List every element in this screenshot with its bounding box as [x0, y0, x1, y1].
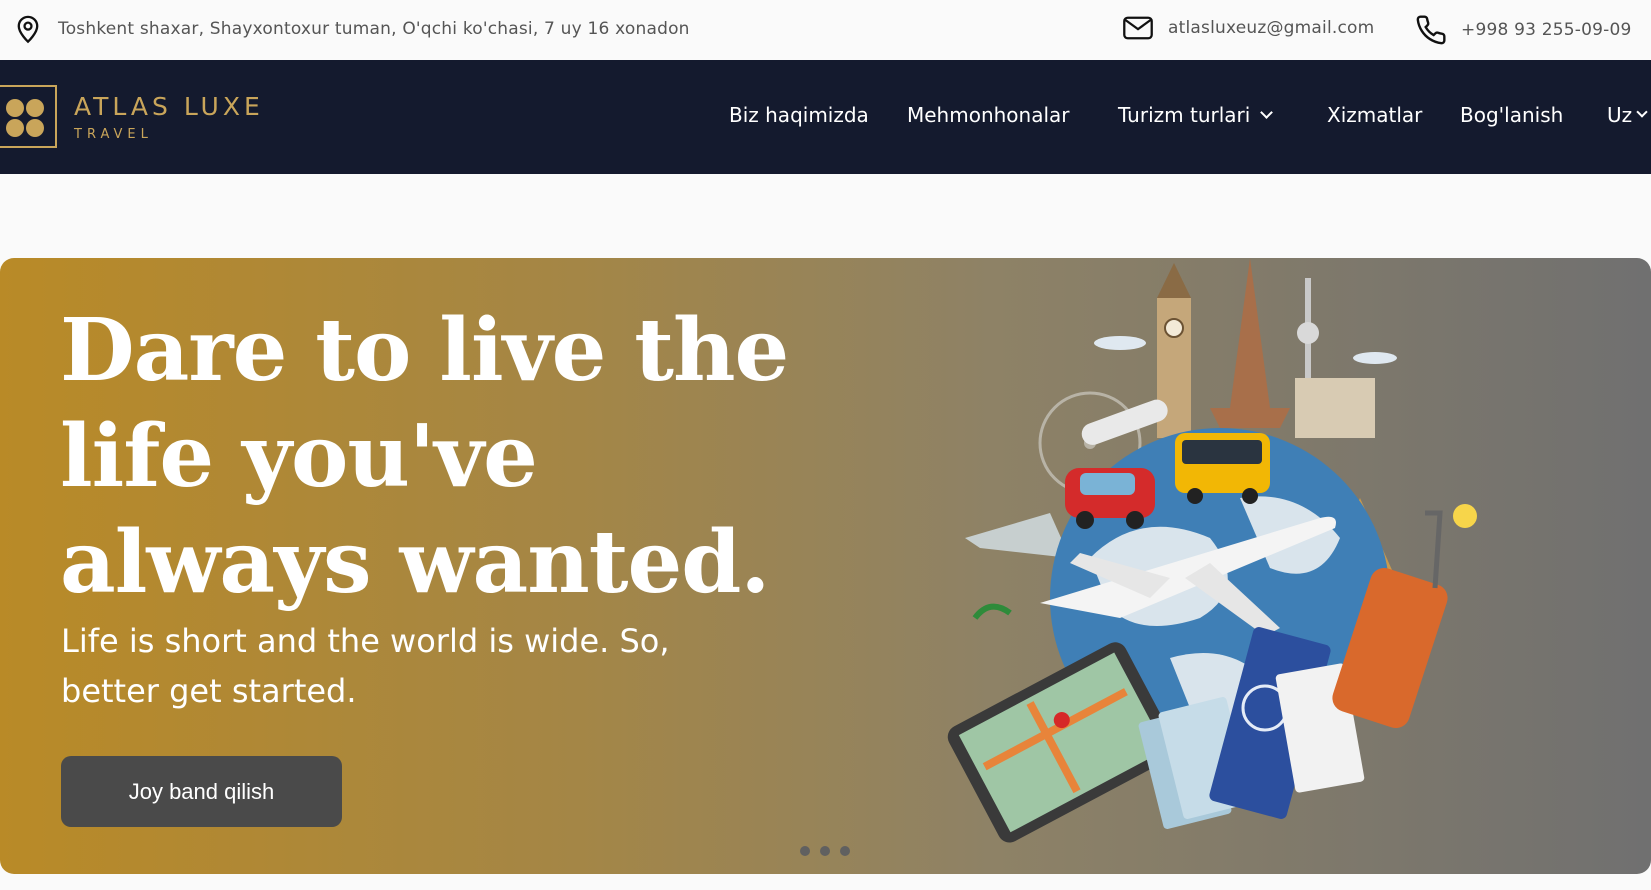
nav-item-contact[interactable]: Bog'lanish: [1460, 103, 1563, 127]
email-link[interactable]: atlasluxeuz@gmail.com: [1168, 18, 1374, 38]
chevron-down-icon: [1636, 106, 1648, 118]
envelope-icon: [1122, 14, 1154, 42]
address-text: Toshkent shaxar, Shayxontoxur tuman, O'q…: [58, 19, 690, 39]
nav-item-hotels[interactable]: Mehmonhonalar: [907, 103, 1070, 127]
carousel-dot[interactable]: [820, 846, 830, 856]
phone-link[interactable]: +998 93 255-09-09: [1461, 20, 1632, 40]
language-selector[interactable]: Uz: [1607, 103, 1648, 127]
phone-block[interactable]: +998 93 255-09-09: [1415, 14, 1632, 46]
hero-subtitle: Life is short and the world is wide. So,…: [61, 622, 670, 710]
main-navbar: ATLAS LUXE TRAVEL Biz haqimizda Mehmonho…: [0, 60, 1651, 174]
hero-banner: Dare to live the life you've always want…: [0, 258, 1651, 874]
nav-item-about[interactable]: Biz haqimizda: [729, 103, 869, 127]
nav-item-label: Biz haqimizda: [729, 103, 869, 127]
carousel-dot[interactable]: [840, 846, 850, 856]
nav-menu: Biz haqimizda Mehmonhonalar Turizm turla…: [0, 103, 1651, 133]
nav-item-services[interactable]: Xizmatlar: [1327, 103, 1422, 127]
address-block: Toshkent shaxar, Shayxontoxur tuman, O'q…: [14, 14, 690, 44]
travel-illustration: [920, 258, 1540, 858]
nav-item-label: Xizmatlar: [1327, 103, 1423, 127]
map-pin-icon: [14, 14, 42, 44]
hero-title: Dare to live the life you've always want…: [60, 300, 789, 613]
contact-bar: Toshkent shaxar, Shayxontoxur tuman, O'q…: [0, 0, 1651, 57]
nav-item-label: Turizm turlari: [1118, 103, 1251, 127]
chevron-down-icon: [1260, 105, 1274, 119]
nav-item-tourism-types[interactable]: Turizm turlari: [1118, 103, 1274, 127]
nav-item-label: Bog'lanish: [1460, 103, 1564, 127]
email-block[interactable]: atlasluxeuz@gmail.com: [1122, 14, 1374, 42]
carousel-indicators: [800, 846, 850, 856]
book-now-button[interactable]: Joy band qilish: [61, 756, 342, 827]
nav-item-label: Mehmonhonalar: [907, 103, 1070, 127]
carousel-dot[interactable]: [800, 846, 810, 856]
language-label: Uz: [1607, 103, 1633, 127]
phone-icon: [1415, 14, 1447, 46]
